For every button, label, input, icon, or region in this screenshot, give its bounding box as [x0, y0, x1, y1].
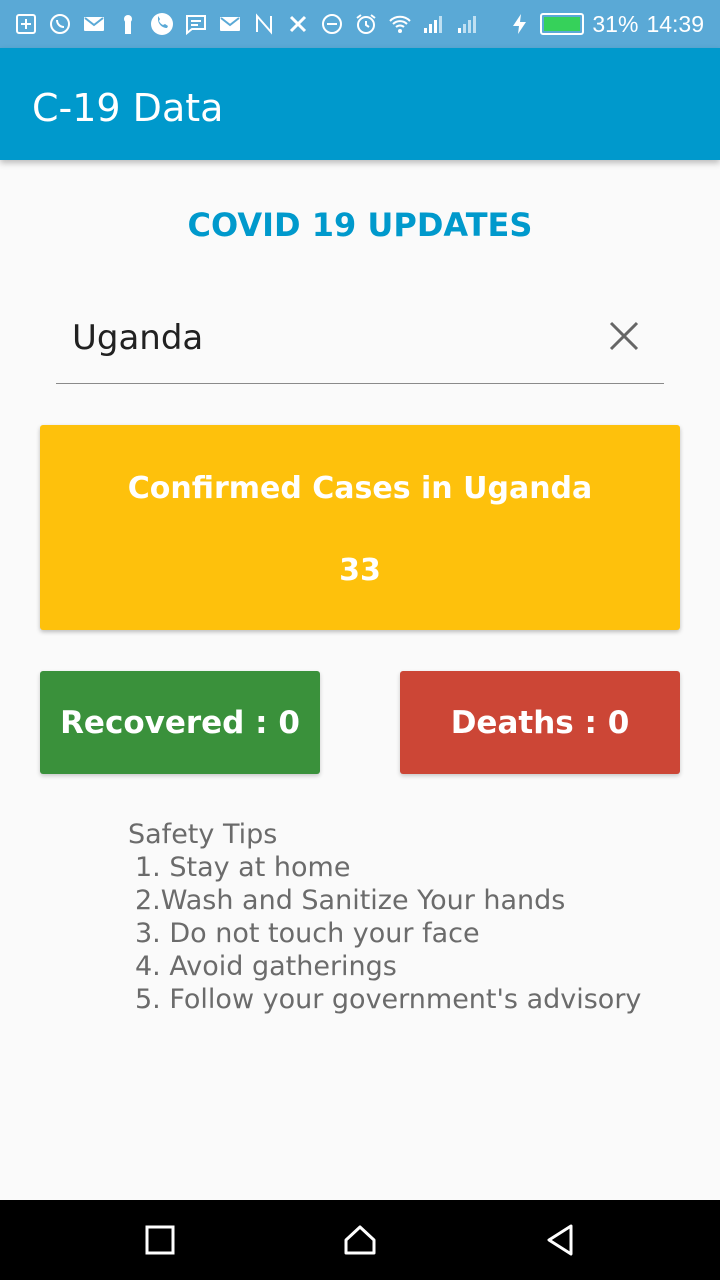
message-icon	[184, 12, 208, 36]
phone-icon	[150, 12, 174, 36]
do-not-disturb-icon	[320, 12, 344, 36]
list-item: 5. Follow your government's advisory	[135, 984, 642, 1015]
battery-icon	[540, 13, 585, 35]
app-bar: C-19 Data	[0, 48, 720, 160]
country-search	[56, 300, 664, 384]
signal-icon	[422, 12, 446, 36]
status-right: 31% 14:39	[508, 8, 704, 40]
add-box-icon	[14, 12, 38, 36]
list-item: 4. Avoid gatherings	[135, 951, 397, 982]
country-search-input[interactable]	[72, 314, 572, 362]
whatsapp-icon	[48, 12, 72, 36]
battery-percent: 31%	[592, 10, 639, 37]
recovered-label: Recovered : 0	[60, 704, 300, 741]
back-icon[interactable]	[540, 1220, 580, 1260]
n-icon	[252, 12, 276, 36]
keyhole-icon	[116, 12, 140, 36]
gmail-icon	[218, 12, 242, 36]
safety-tips-title: Safety Tips	[128, 819, 278, 850]
status-bar: 31% 14:39	[0, 0, 720, 48]
confirmed-cases-card: Confirmed Cases in Uganda 33	[40, 425, 680, 630]
list-item: 3. Do not touch your face	[135, 918, 480, 949]
list-item: 1. Stay at home	[135, 852, 351, 883]
gmail-icon	[82, 12, 106, 36]
deaths-label: Deaths : 0	[450, 704, 630, 741]
alarm-icon	[354, 12, 378, 36]
close-icon[interactable]	[608, 320, 640, 352]
recents-icon[interactable]	[140, 1220, 180, 1260]
home-icon[interactable]	[340, 1220, 380, 1260]
recovered-card: Recovered : 0	[40, 671, 320, 774]
confirmed-cases-title: Confirmed Cases in Uganda	[127, 471, 593, 506]
x-icon	[286, 12, 310, 36]
list-item: 2.Wash and Sanitize Your hands	[135, 885, 566, 916]
app-title: C-19 Data	[32, 86, 224, 130]
signal-icon	[456, 12, 480, 36]
page-heading: COVID 19 UPDATES	[187, 206, 533, 244]
notification-icons	[14, 8, 480, 40]
safety-tips: Safety Tips 1. Stay at home 2.Wash and S…	[128, 818, 641, 1016]
deaths-card: Deaths : 0	[400, 671, 680, 774]
wifi-icon	[388, 12, 412, 36]
confirmed-cases-count: 33	[339, 553, 381, 588]
navigation-bar	[0, 1200, 720, 1280]
clock: 14:39	[646, 10, 704, 37]
charging-icon	[508, 12, 532, 36]
